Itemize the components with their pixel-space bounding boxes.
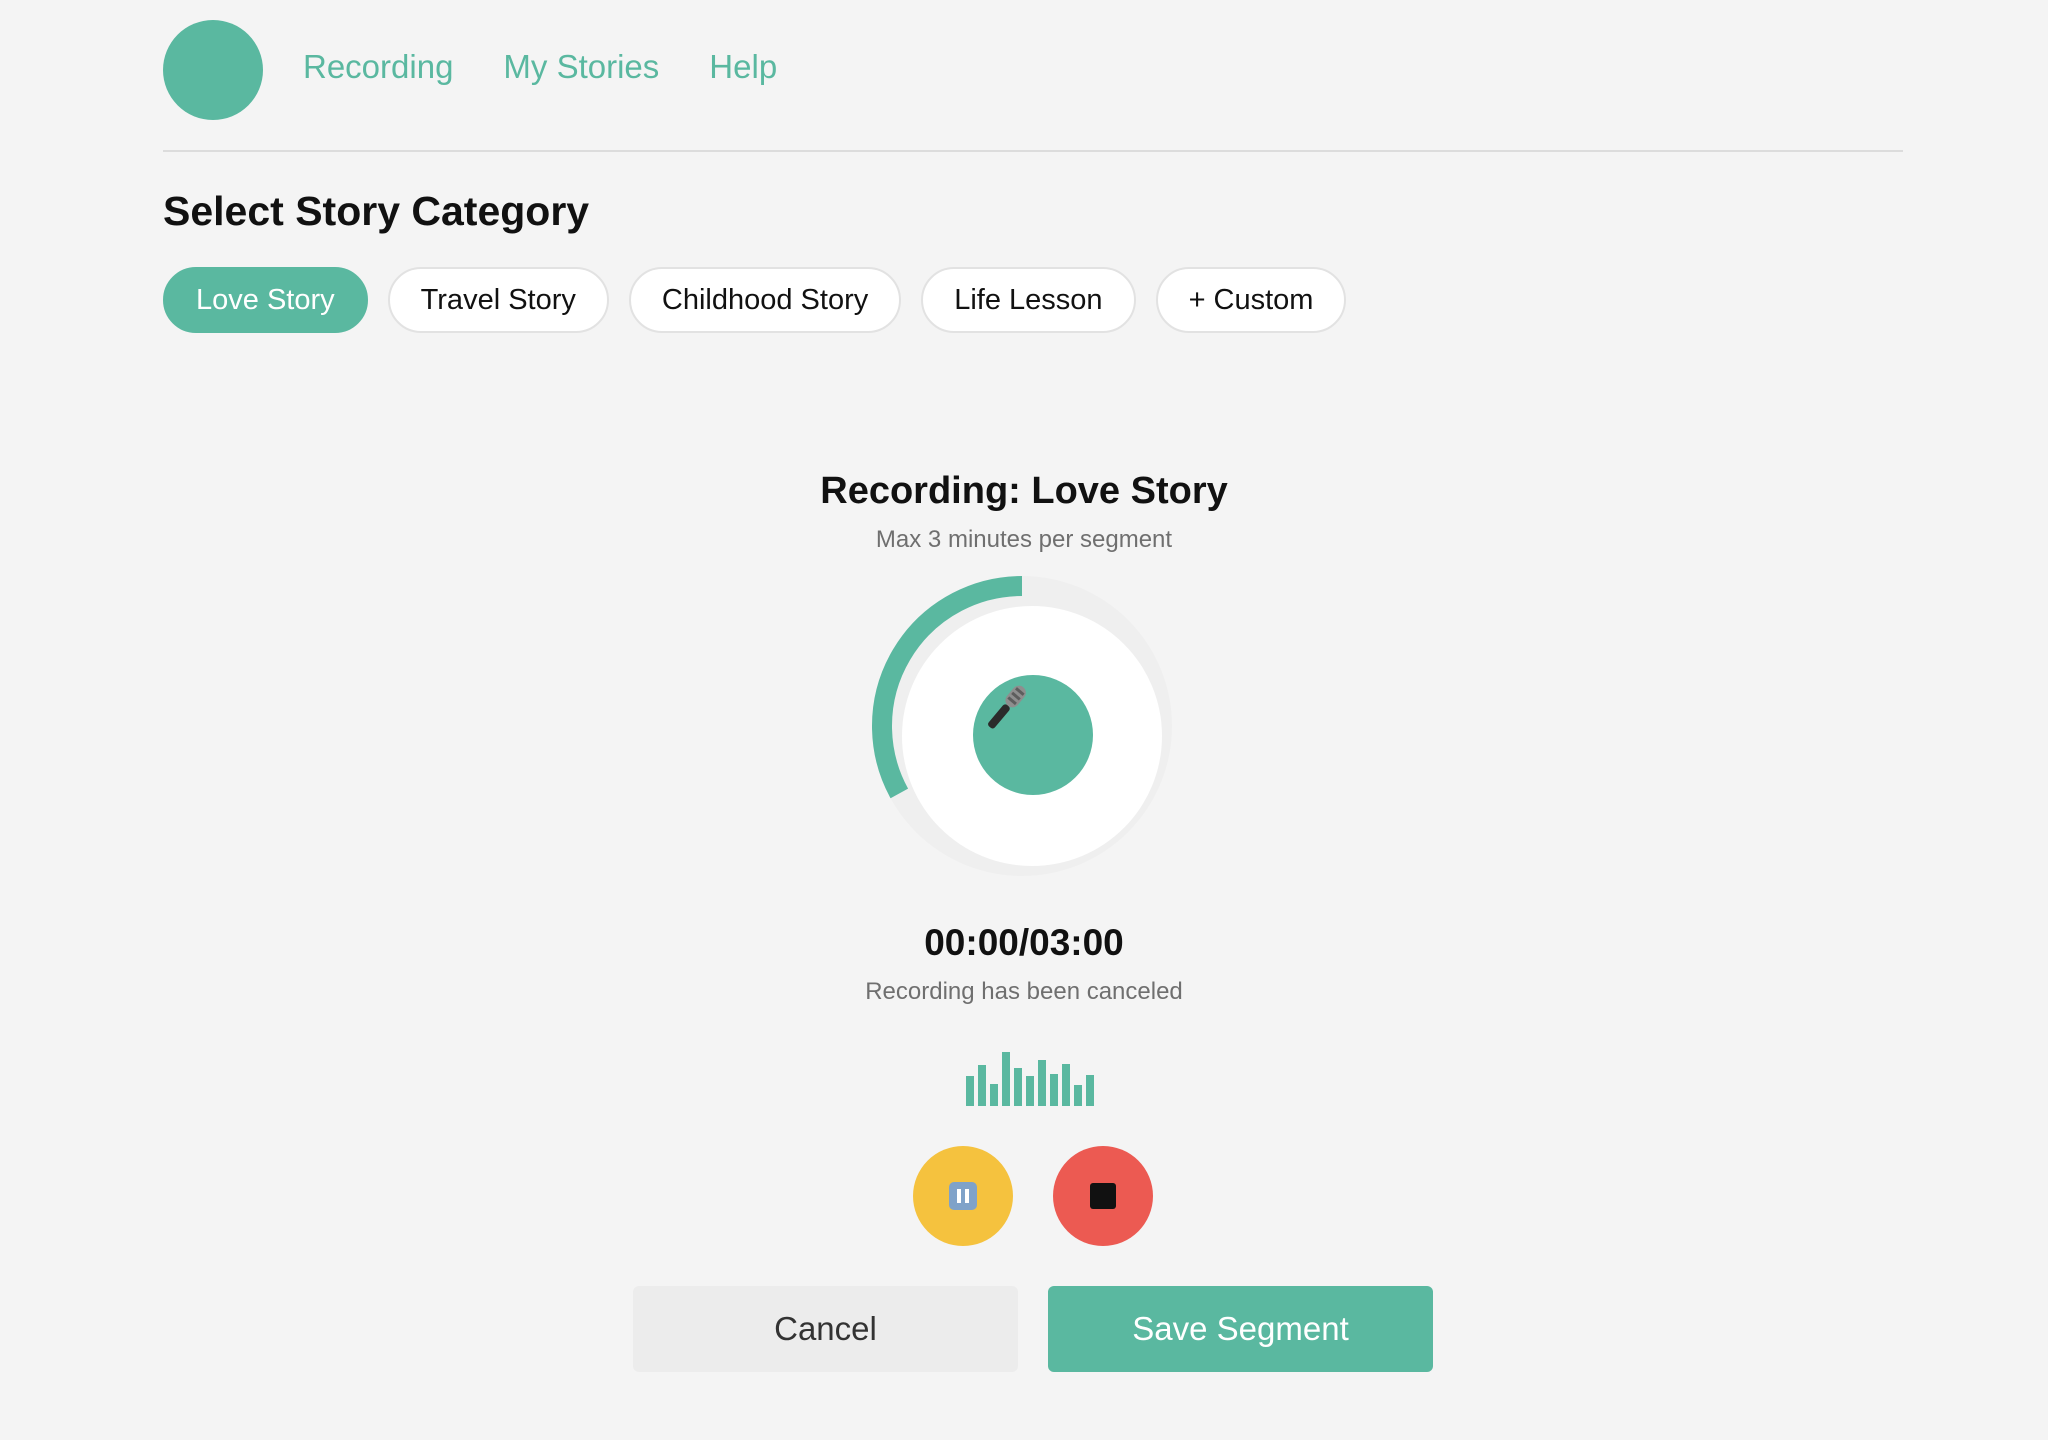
waveform-bar — [1014, 1068, 1022, 1106]
header: Recording My Stories Help — [163, 20, 1903, 152]
save-segment-button[interactable]: Save Segment — [1048, 1286, 1433, 1372]
main-nav: Recording My Stories Help — [303, 48, 777, 86]
recording-title: Recording: Love Story — [820, 470, 1228, 512]
waveform-bar — [990, 1084, 998, 1106]
nav-recording-link[interactable]: Recording — [303, 48, 453, 86]
chip-childhood-story[interactable]: Childhood Story — [628, 267, 902, 333]
chip-custom[interactable]: + Custom — [1155, 267, 1347, 333]
waveform-bar — [1026, 1076, 1034, 1106]
stop-button[interactable] — [1053, 1146, 1153, 1246]
pause-button[interactable] — [913, 1146, 1013, 1246]
chip-travel-story[interactable]: Travel Story — [387, 267, 609, 333]
recording-page: Recording My Stories Help Select Story C… — [0, 0, 2048, 1440]
stop-icon — [1090, 1183, 1116, 1209]
category-chip-group: Love Story Travel Story Childhood Story … — [163, 267, 1347, 333]
waveform-bar — [1050, 1074, 1058, 1106]
waveform-bar — [1002, 1052, 1010, 1106]
chip-life-lesson[interactable]: Life Lesson — [921, 267, 1136, 333]
category-section-title: Select Story Category — [163, 188, 590, 234]
cancel-button[interactable]: Cancel — [633, 1286, 1018, 1372]
microphone-button[interactable] — [973, 675, 1093, 795]
recording-progress-ring — [862, 566, 1182, 886]
waveform-bar — [1074, 1085, 1082, 1106]
recording-status: Recording has been canceled — [865, 978, 1183, 1005]
waveform-bar — [978, 1065, 986, 1106]
chip-love-story[interactable]: Love Story — [163, 267, 368, 333]
audio-waveform — [966, 1052, 1094, 1106]
app-logo[interactable] — [163, 20, 263, 120]
waveform-bar — [1038, 1060, 1046, 1106]
waveform-bar — [1062, 1064, 1070, 1106]
microphone-icon — [988, 685, 1026, 729]
recording-timer: 00:00/03:00 — [924, 922, 1124, 963]
recording-subtitle: Max 3 minutes per segment — [875, 526, 1173, 553]
waveform-bar — [966, 1076, 974, 1106]
waveform-bar — [1086, 1075, 1094, 1106]
nav-my-stories-link[interactable]: My Stories — [503, 48, 659, 86]
pause-icon — [949, 1182, 977, 1210]
nav-help-link[interactable]: Help — [709, 48, 777, 86]
